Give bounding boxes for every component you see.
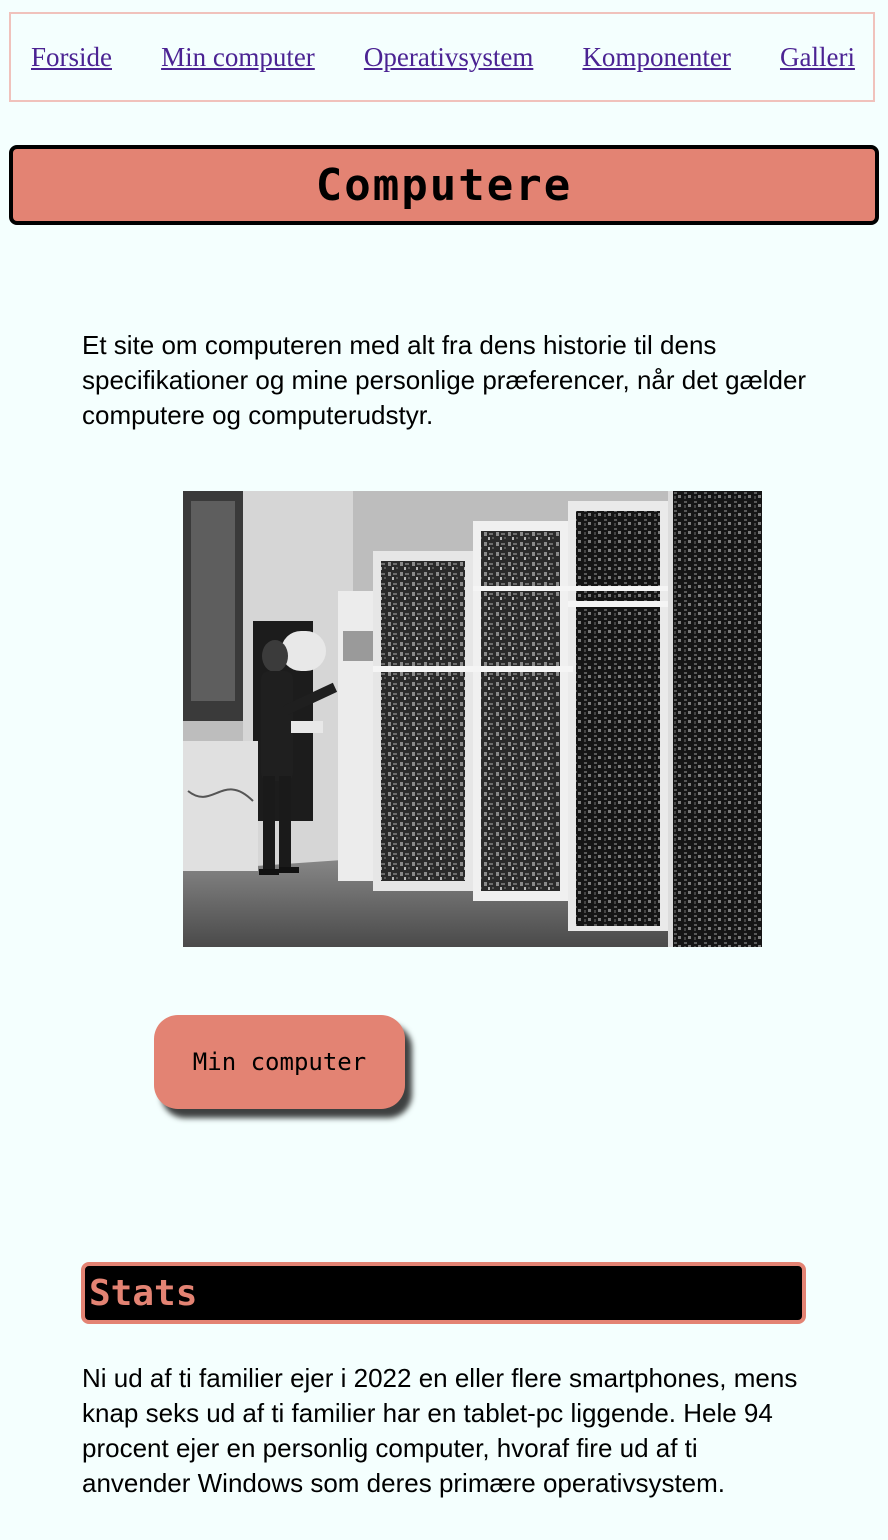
nav-link-komponenter[interactable]: Komponenter [582, 42, 730, 73]
page-title: Computere [315, 159, 573, 211]
intro-text: Et site om computeren med alt fra dens h… [82, 330, 807, 430]
historic-computer-photo [183, 491, 762, 947]
stats-text: Ni ud af ti familier ejer i 2022 en elle… [82, 1363, 798, 1498]
stats-heading: Stats [89, 1272, 198, 1314]
nav-link-min-computer[interactable]: Min computer [161, 42, 315, 73]
main-nav: Forside Min computer Operativsystem Komp… [9, 12, 875, 102]
nav-link-forside[interactable]: Forside [31, 42, 112, 73]
page-header: Computere [9, 145, 879, 225]
nav-link-galleri[interactable]: Galleri [780, 42, 855, 73]
nav-link-operativsystem[interactable]: Operativsystem [364, 42, 533, 73]
stats-header: Stats [81, 1262, 806, 1324]
historic-computer-photo-illustration [183, 491, 762, 947]
min-computer-button[interactable]: Min computer [154, 1015, 405, 1109]
